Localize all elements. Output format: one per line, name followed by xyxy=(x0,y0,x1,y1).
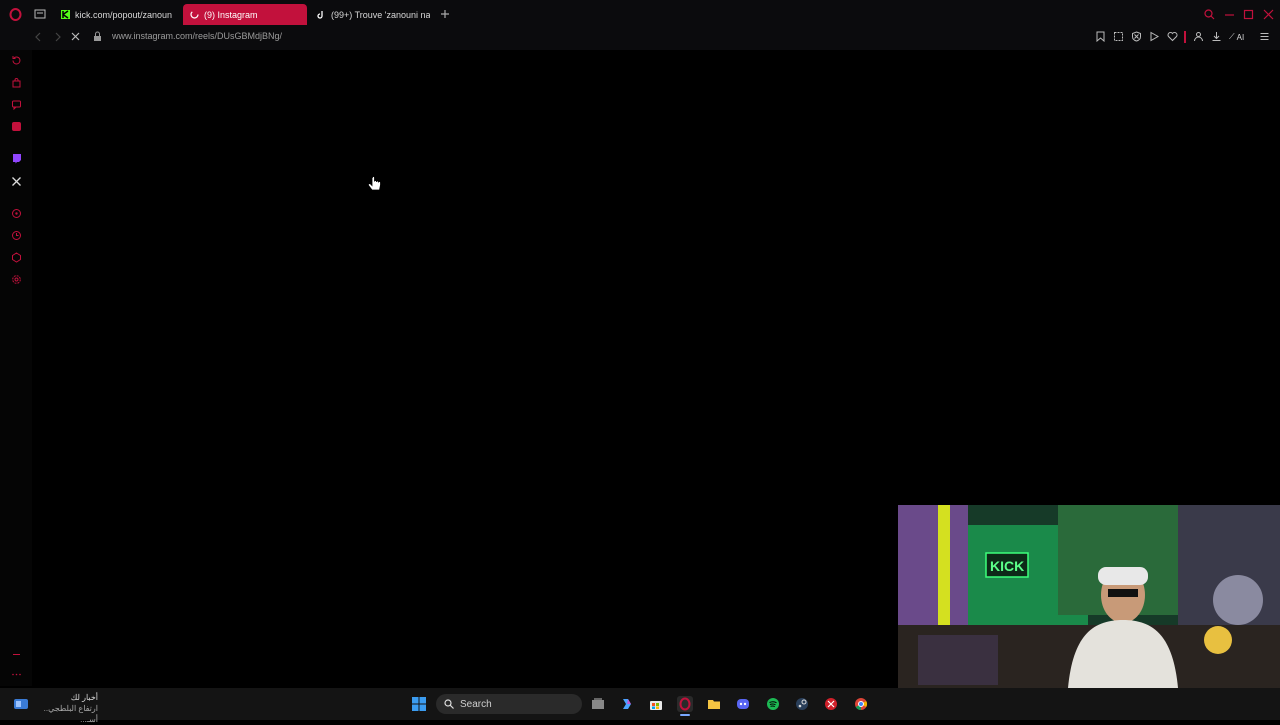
player-icon[interactable] xyxy=(1149,31,1160,42)
x-icon[interactable] xyxy=(10,175,22,187)
toolbar-divider xyxy=(1184,31,1186,43)
discord-icon[interactable] xyxy=(735,696,751,712)
hand-cursor-icon xyxy=(368,176,382,192)
close-icon[interactable] xyxy=(1263,9,1274,20)
tiktok-icon xyxy=(316,10,326,20)
search-placeholder: Search xyxy=(460,698,492,710)
music-icon[interactable] xyxy=(10,207,22,219)
sidebar xyxy=(0,50,32,686)
back-icon[interactable] xyxy=(34,32,44,42)
stop-loading-icon[interactable] xyxy=(70,31,81,42)
tab-label: (99+) Trouve 'zanouni nat xyxy=(331,9,430,20)
twitch-icon[interactable] xyxy=(10,152,22,164)
weather-widget-icon[interactable] xyxy=(13,696,29,712)
tab-instagram[interactable]: (9) Instagram xyxy=(183,4,307,25)
messenger-icon[interactable] xyxy=(10,120,22,132)
maximize-icon[interactable] xyxy=(1243,9,1254,20)
svg-text:KICK: KICK xyxy=(990,558,1024,574)
kick-icon xyxy=(60,10,70,20)
new-tab-icon[interactable] xyxy=(440,9,450,19)
windows-start-icon[interactable] xyxy=(411,696,427,712)
clock-icon[interactable] xyxy=(10,229,22,241)
history-icon[interactable] xyxy=(10,54,22,66)
opera-gx-taskbar-icon[interactable] xyxy=(677,696,693,712)
sparkle-icon: ⟋ xyxy=(1229,32,1235,41)
url-field[interactable]: www.instagram.com/reels/DUsGBMdjBNg/ xyxy=(112,31,282,41)
aria-ai-button[interactable]: ⟋ AI xyxy=(1229,31,1244,43)
sidebar-more-icon[interactable] xyxy=(10,668,22,680)
chrome-icon[interactable] xyxy=(853,696,869,712)
file-explorer-icon[interactable] xyxy=(706,696,722,712)
taskbar xyxy=(0,688,1280,720)
tab-tiktok[interactable]: (99+) Trouve 'zanouni nat xyxy=(310,4,430,25)
loading-spinner-icon xyxy=(189,10,199,20)
webcam-image: KICK xyxy=(898,505,1280,688)
spotify-icon[interactable] xyxy=(765,696,781,712)
chat-icon[interactable] xyxy=(10,98,22,110)
task-view-icon[interactable] xyxy=(590,696,606,712)
minimize-icon[interactable] xyxy=(1224,9,1235,20)
webcam-overlay: KICK xyxy=(898,505,1280,688)
forward-icon[interactable] xyxy=(52,32,62,42)
tab-menu-icon[interactable] xyxy=(34,9,46,19)
box-icon[interactable] xyxy=(10,251,22,263)
search-icon xyxy=(444,699,454,709)
news-widget[interactable]: أخبار لك ارتفاع البلطجي.. أسـ... xyxy=(34,692,98,725)
steam-icon[interactable] xyxy=(794,696,810,712)
tab-label: (9) Instagram xyxy=(204,9,258,20)
active-app-indicator xyxy=(680,714,690,716)
store-icon[interactable] xyxy=(648,696,664,712)
download-icon[interactable] xyxy=(1211,31,1222,42)
adblock-icon[interactable] xyxy=(1131,31,1142,42)
menu-icon[interactable] xyxy=(1259,31,1270,42)
copilot-icon[interactable] xyxy=(619,696,635,712)
opera-logo-icon[interactable] xyxy=(9,8,22,21)
search-tabs-icon[interactable] xyxy=(1204,9,1215,20)
lock-icon[interactable] xyxy=(93,31,102,42)
bag-icon[interactable] xyxy=(10,76,22,88)
media-app-icon[interactable] xyxy=(823,696,839,712)
sidebar-gx-icon[interactable] xyxy=(10,648,22,660)
bookmark-icon[interactable] xyxy=(1095,31,1106,42)
taskbar-search[interactable]: Search xyxy=(436,694,582,714)
tab-label: kick.com/popout/zanouni xyxy=(75,9,172,20)
tab-kick[interactable]: kick.com/popout/zanouni xyxy=(54,4,172,25)
news-text: ارتفاع البلطجي.. أسـ... xyxy=(43,704,98,724)
news-title: أخبار لك xyxy=(70,693,98,702)
heart-icon[interactable] xyxy=(1167,31,1178,42)
snapshot-icon[interactable] xyxy=(1113,31,1124,42)
profile-icon[interactable] xyxy=(1193,31,1204,42)
settings-icon[interactable] xyxy=(10,273,22,285)
ai-label: AI xyxy=(1236,32,1245,42)
